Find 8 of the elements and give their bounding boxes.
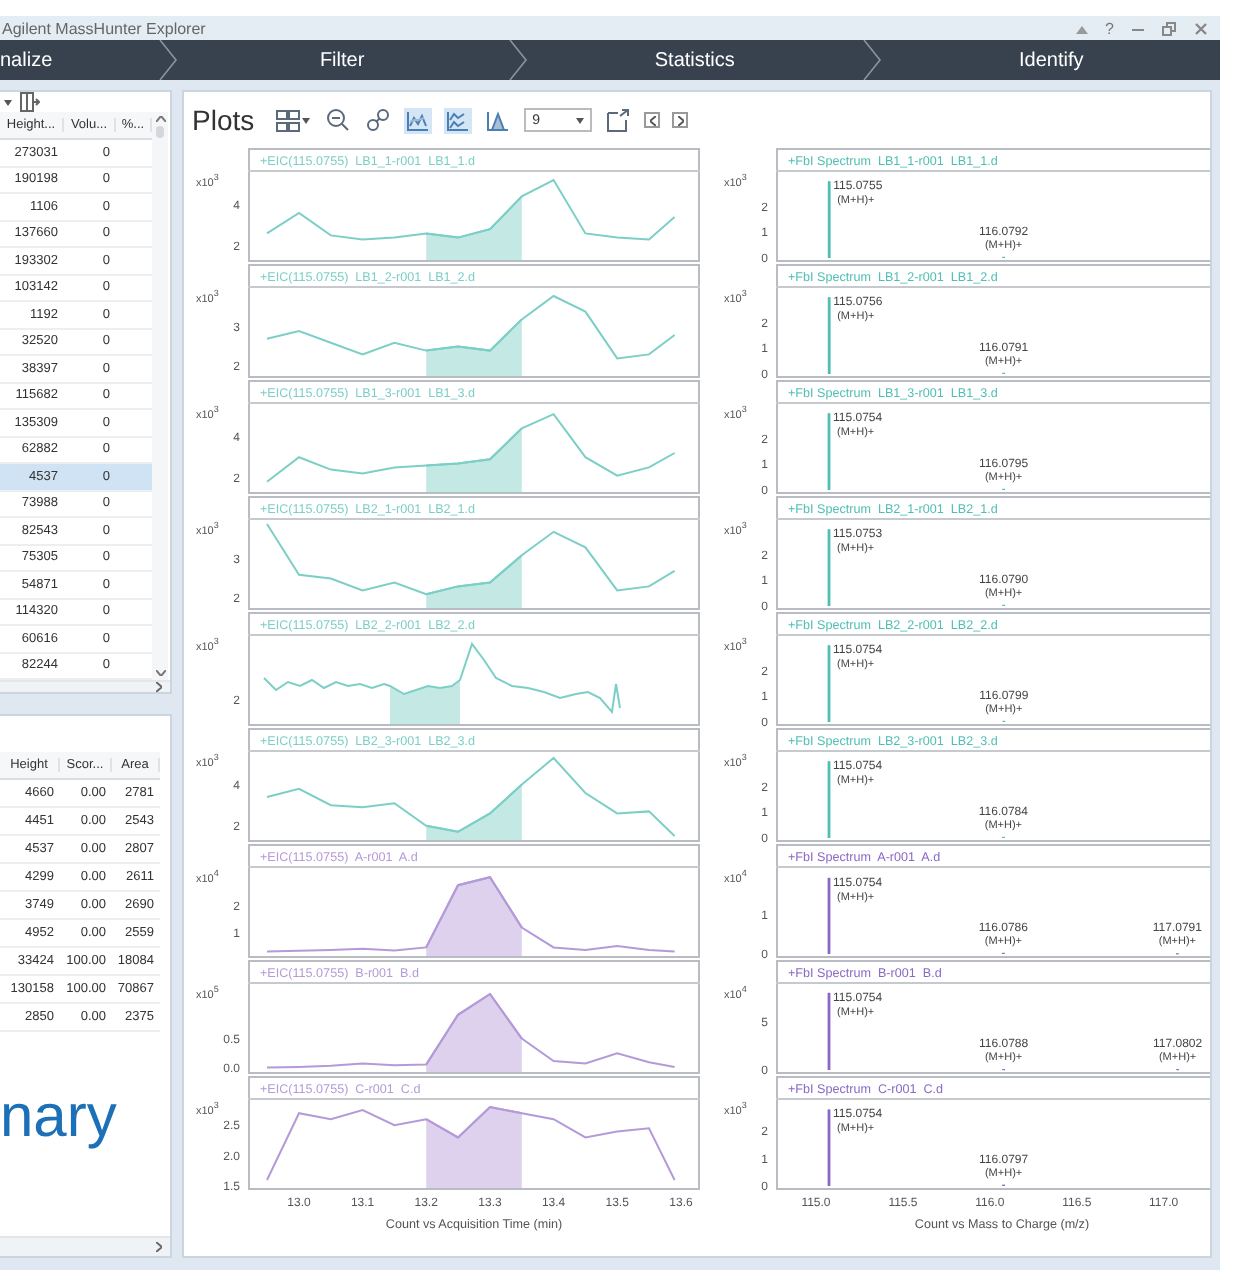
workflow-step[interactable]: Statistics bbox=[527, 40, 863, 80]
workflow-step[interactable]: Identify bbox=[882, 40, 1220, 80]
section-heading: nary bbox=[0, 1088, 119, 1148]
window-title: Agilent MassHunter Explorer bbox=[2, 19, 208, 37]
workflow-step[interactable]: nalize bbox=[0, 40, 158, 80]
workflow-step[interactable]: Filter bbox=[177, 40, 507, 80]
help-button[interactable]: ? bbox=[1105, 19, 1114, 37]
panel-title: Plots bbox=[192, 104, 255, 136]
